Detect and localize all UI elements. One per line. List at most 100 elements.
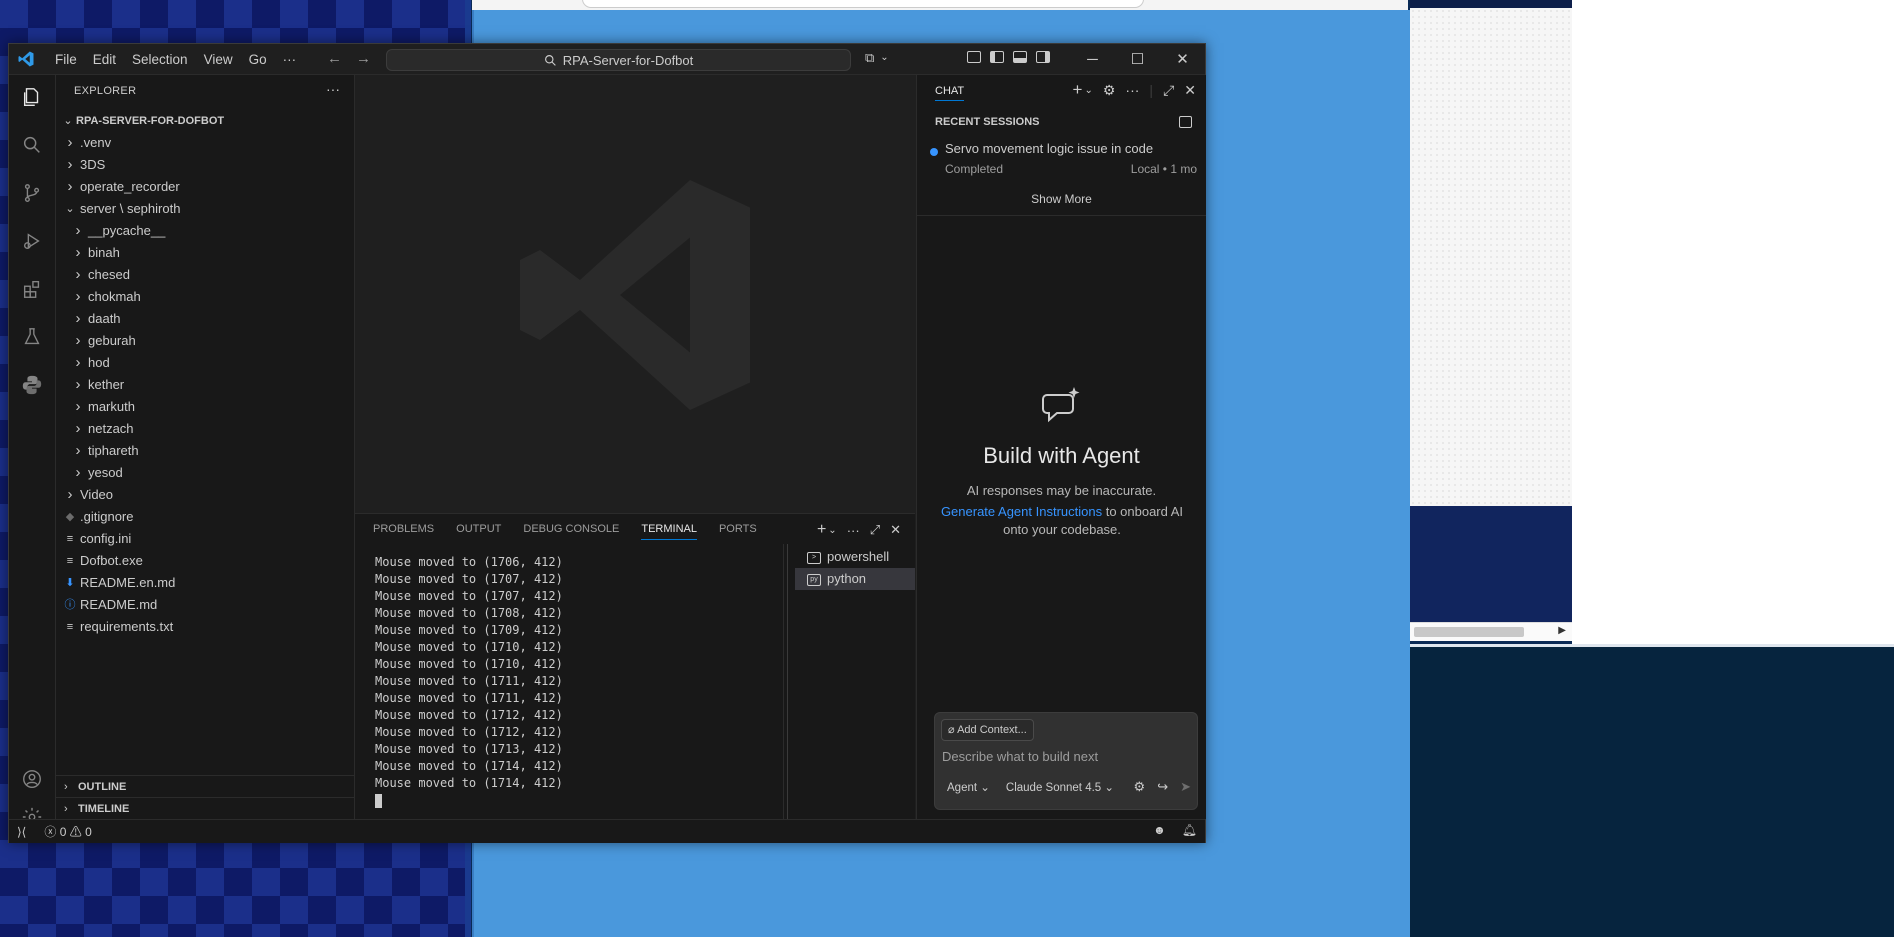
folder-item[interactable]: › operate_recorder — [56, 176, 354, 198]
back-arrow-icon[interactable]: ← — [327, 50, 342, 67]
folder-item[interactable]: › chokmah — [56, 286, 354, 308]
explorer-sidebar: EXPLORER ··· ⌄ RPA-SERVER-FOR-DOFBOT › .v… — [56, 75, 355, 819]
notifications-bell-icon[interactable]: 🔔︎ — [1182, 823, 1197, 837]
source-control-icon[interactable] — [20, 181, 44, 205]
close-button[interactable]: ✕ — [1160, 44, 1205, 74]
toggle-secondary-sidebar-icon[interactable] — [1036, 51, 1050, 63]
tab-output[interactable]: OUTPUT — [456, 514, 501, 544]
maximize-chat-icon[interactable]: ⤢ — [1163, 82, 1174, 99]
status-bar: ⟩⟨ ⓧ 0 ⚠ 0 ☻ 🔔︎ — [9, 819, 1205, 843]
folder-item[interactable]: › netzach — [56, 418, 354, 440]
folder-item[interactable]: › yesod — [56, 462, 354, 484]
customize-layout-icon[interactable] — [967, 51, 981, 63]
remote-icon[interactable]: ⟩⟨ — [17, 825, 26, 839]
run-debug-icon[interactable] — [20, 229, 44, 253]
folder-item[interactable]: › hod — [56, 352, 354, 374]
folder-item[interactable]: › chesed — [56, 264, 354, 286]
chat-input-field[interactable]: Describe what to build next — [942, 749, 1098, 764]
folder-item[interactable]: › binah — [56, 242, 354, 264]
tools-icon[interactable]: ⚙ — [1134, 779, 1146, 795]
more-actions-icon[interactable]: ··· — [847, 523, 860, 538]
folder-item[interactable]: › .venv — [56, 132, 354, 154]
folder-item[interactable]: › geburah — [56, 330, 354, 352]
send-icon[interactable]: ➤ — [1180, 779, 1191, 795]
tab-ports[interactable]: PORTS — [719, 514, 757, 544]
show-more-button[interactable]: Show More — [917, 192, 1206, 206]
search-icon[interactable] — [20, 133, 44, 157]
file-item[interactable]: ⬇ README.en.md — [56, 572, 354, 594]
terminal-scrollbar[interactable] — [787, 544, 788, 820]
folder-item[interactable]: ⌄ server \ sephiroth — [56, 198, 354, 220]
tab-terminal[interactable]: TERMINAL — [641, 514, 697, 544]
chevron-down-icon[interactable]: ⌄ — [828, 525, 836, 536]
copilot-status-icon[interactable]: ☻ — [1153, 823, 1166, 837]
minimize-button[interactable]: ─ — [1070, 44, 1115, 74]
terminal-line: Mouse moved to (1710, 412) — [375, 640, 563, 654]
maximize-panel-icon[interactable]: ⤢ — [870, 522, 880, 538]
workspace-root[interactable]: ⌄ RPA-SERVER-FOR-DOFBOT — [56, 110, 354, 132]
extensions-icon[interactable] — [20, 277, 44, 301]
session-item[interactable]: Servo movement logic issue in code Compl… — [927, 135, 1197, 179]
chevron-down-icon[interactable]: ⌄ — [880, 52, 888, 66]
file-item[interactable]: ≡ config.ini — [56, 528, 354, 550]
explorer-more-button[interactable]: ··· — [326, 81, 340, 97]
add-context-button[interactable]: ⌀ Add Context... — [941, 719, 1034, 741]
tab-debug-console[interactable]: DEBUG CONSOLE — [523, 514, 619, 544]
file-item[interactable]: ◆ .gitignore — [56, 506, 354, 528]
file-item[interactable]: ≡ requirements.txt — [56, 616, 354, 638]
tree-item-label: README.en.md — [80, 575, 176, 590]
menu-selection[interactable]: Selection — [124, 52, 196, 67]
folder-item[interactable]: › Video — [56, 484, 354, 506]
generate-instructions-link[interactable]: Generate Agent Instructions — [941, 504, 1102, 519]
copilot-menu[interactable]: ⧉ ⌄ — [865, 50, 889, 66]
command-center[interactable]: RPA-Server-for-Dofbot — [386, 49, 851, 71]
terminal-item-python[interactable]: py python — [795, 568, 915, 590]
copilot-icon[interactable]: ⧉ — [865, 50, 874, 66]
chevron-right-icon: › — [75, 354, 81, 371]
forward-arrow-icon[interactable]: → — [356, 50, 371, 67]
terminal-item-powershell[interactable]: > powershell — [795, 546, 915, 568]
maximize-button[interactable]: ☐ — [1115, 44, 1160, 74]
toggle-sessions-icon[interactable] — [1179, 116, 1192, 128]
file-item[interactable]: ⓘ README.md — [56, 594, 354, 616]
close-panel-icon[interactable]: ✕ — [890, 522, 901, 538]
folder-item[interactable]: › __pycache__ — [56, 220, 354, 242]
problems-indicator[interactable]: ⓧ 0 ⚠ 0 — [44, 823, 91, 840]
python-icon[interactable] — [20, 373, 44, 397]
folder-item[interactable]: › kether — [56, 374, 354, 396]
folder-item[interactable]: › 3DS — [56, 154, 354, 176]
folder-item[interactable]: › daath — [56, 308, 354, 330]
folder-item[interactable]: › tiphareth — [56, 440, 354, 462]
editor-area[interactable] — [355, 75, 915, 513]
terminal-output[interactable]: Mouse moved to (1706, 412) Mouse moved to… — [375, 554, 795, 809]
new-chat-icon[interactable]: + — [1073, 80, 1083, 100]
background-scrollbar[interactable]: ▶ — [1410, 622, 1572, 641]
testing-flask-icon[interactable] — [20, 325, 44, 349]
chevron-down-icon[interactable]: ⌄ — [1084, 85, 1092, 96]
chat-input-box[interactable]: ⌀ Add Context... Describe what to build … — [934, 712, 1198, 810]
delegate-icon[interactable]: ↪ — [1157, 779, 1168, 795]
menu-view[interactable]: View — [196, 52, 241, 67]
explorer-icon[interactable] — [20, 85, 44, 109]
timeline-section[interactable]: › TIMELINE — [56, 797, 354, 820]
file-item[interactable]: ≡ Dofbot.exe — [56, 550, 354, 572]
tab-problems[interactable]: PROBLEMS — [373, 514, 434, 544]
accounts-icon[interactable] — [20, 767, 44, 791]
outline-section[interactable]: › OUTLINE — [56, 775, 354, 798]
menu-go[interactable]: Go — [241, 52, 275, 67]
toggle-primary-sidebar-icon[interactable] — [990, 51, 1004, 63]
folder-item[interactable]: › markuth — [56, 396, 354, 418]
close-chat-icon[interactable]: ✕ — [1184, 82, 1196, 99]
new-terminal-icon[interactable]: + — [817, 521, 826, 539]
gear-icon[interactable]: ⚙ — [1103, 82, 1116, 99]
menu-file[interactable]: File — [47, 52, 85, 67]
model-picker[interactable]: Claude Sonnet 4.5 ⌄ — [1006, 780, 1114, 794]
mode-picker[interactable]: Agent ⌄ — [947, 780, 990, 794]
toggle-panel-icon[interactable] — [1013, 51, 1027, 63]
menu-edit[interactable]: Edit — [85, 52, 124, 67]
menu-more[interactable]: ··· — [275, 52, 305, 67]
chat-tab[interactable]: CHAT — [935, 85, 965, 101]
more-actions-icon[interactable]: ··· — [1125, 82, 1139, 98]
file-icon: ◆ — [65, 511, 75, 523]
tree-item-label: kether — [88, 377, 125, 392]
